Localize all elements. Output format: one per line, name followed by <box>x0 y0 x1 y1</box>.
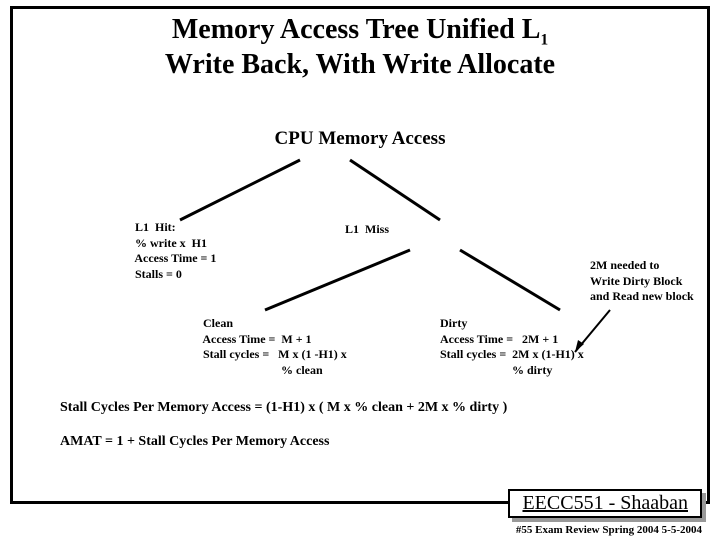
l1-hit-block: L1 Hit: % write x H1 Access Time = 1 Sta… <box>132 220 216 282</box>
title-l1-sub: 1 <box>540 32 548 49</box>
amat-formula: AMAT = 1 + Stall Cycles Per Memory Acces… <box>60 434 329 450</box>
stall-formula: Stall Cycles Per Memory Access = (1-H1) … <box>60 400 507 416</box>
stall-formula-left: Stall Cycles Per Memory Access = <box>60 400 266 415</box>
page-number: #55 Exam Review Spring 2004 5-5-2004 <box>516 524 702 536</box>
side-note: 2M needed to Write Dirty Block and Read … <box>590 258 694 305</box>
slide-title: Memory Access Tree Unified L1 Write Back… <box>0 14 720 81</box>
root-node-label: CPU Memory Access <box>0 128 720 150</box>
title-line2: Write Back, With Write Allocate <box>165 49 555 80</box>
footer-box: EECC551 - Shaaban <box>508 489 702 518</box>
clean-block: Clean Access Time = M + 1 Stall cycles =… <box>200 316 347 378</box>
dirty-block: Dirty Access Time = 2M + 1 Stall cycles … <box>440 316 584 378</box>
l1-miss-label: L1 Miss <box>345 222 389 238</box>
title-line1-pre: Memory Access Tree Unified L <box>172 14 541 45</box>
stall-formula-right: (1-H1) x ( M x % clean + 2M x % dirty ) <box>266 400 507 415</box>
footer-label: EECC551 - Shaaban <box>508 489 702 518</box>
